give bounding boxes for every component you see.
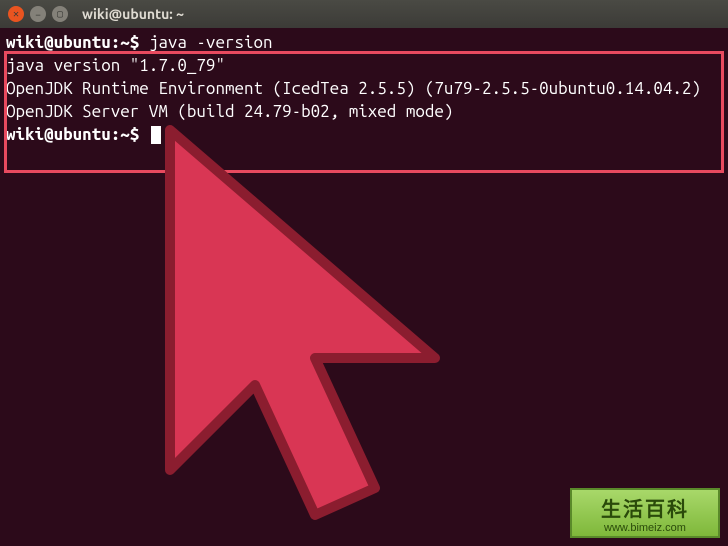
output-line: java version "1.7.0_79": [6, 55, 722, 78]
close-icon[interactable]: ✕: [8, 6, 24, 22]
typed-command: java -version: [149, 33, 273, 52]
minimize-icon[interactable]: −: [30, 6, 46, 22]
watermark-text: 生活百科: [601, 493, 689, 522]
shell-prompt: wiki@ubuntu:~$: [6, 125, 139, 144]
maximize-icon[interactable]: ▢: [52, 6, 68, 22]
output-line: OpenJDK Runtime Environment (IcedTea 2.5…: [6, 78, 722, 101]
watermark-url: www.bimeiz.com: [604, 522, 686, 534]
window-title: wiki@ubuntu: ~: [82, 6, 184, 22]
shell-prompt: wiki@ubuntu:~$: [6, 33, 139, 52]
watermark-badge: 生活百科 www.bimeiz.com: [570, 488, 720, 538]
window-titlebar: ✕ − ▢ wiki@ubuntu: ~: [0, 0, 728, 28]
command-line: wiki@ubuntu:~$ java -version: [6, 32, 722, 55]
cursor-arrow-icon: [140, 120, 500, 540]
